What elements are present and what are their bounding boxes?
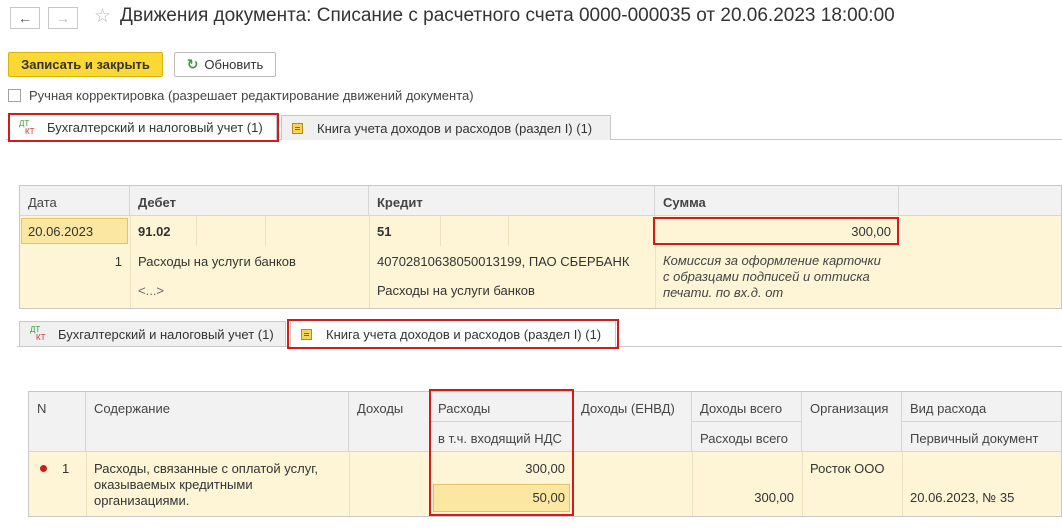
- row-credit-subconto1: 40702810638050013199, ПАО СБЕРБАНК: [377, 254, 630, 269]
- tab-bottom-kudir[interactable]: Книга учета доходов и расходов (раздел I…: [290, 320, 616, 347]
- row-divider: [902, 452, 903, 516]
- tab-top-accounting[interactable]: ДТ КТ Бухгалтерский и налоговый учет (1): [8, 114, 277, 140]
- row-divider: [130, 216, 131, 308]
- save-and-close-button[interactable]: Записать и закрыть: [8, 52, 163, 77]
- tab-top-kudir[interactable]: Книга учета доходов и расходов (раздел I…: [281, 115, 611, 140]
- row-divider: [692, 452, 693, 516]
- forward-button[interactable]: →: [48, 7, 78, 29]
- header-debit: Дебет: [130, 186, 369, 216]
- kudir-row-n: 1: [62, 461, 70, 476]
- header-content: Содержание: [86, 392, 349, 452]
- kudir-row-content-line2: оказываемых кредитными: [94, 477, 253, 492]
- tab-top-accounting-label: Бухгалтерский и налоговый учет (1): [47, 120, 263, 135]
- refresh-label: Обновить: [204, 57, 264, 72]
- header-expenses-total: Расходы всего: [692, 422, 802, 452]
- kudir-row-primary-doc: 20.06.2023, № 35: [910, 490, 1015, 505]
- header-date: Дата: [20, 186, 130, 216]
- row-divider: [369, 216, 370, 308]
- row-comment-line2: с образцами подписей и оттиска: [663, 269, 870, 284]
- row-divider: [573, 452, 574, 516]
- row-divider: [196, 216, 197, 246]
- tab-bottom-accounting[interactable]: ДТ КТ Бухгалтерский и налоговый учет (1): [19, 321, 286, 346]
- tab-bottom-kudir-label: Книга учета доходов и расходов (раздел I…: [326, 326, 602, 342]
- header-incoming-vat: в т.ч. входящий НДС: [430, 422, 573, 452]
- dt-kt-icon: ДТ КТ: [19, 118, 35, 136]
- arrow-right-icon: →: [56, 10, 70, 26]
- kudir-row-organization: Росток ООО: [810, 461, 885, 476]
- header-income-total: Доходы всего: [692, 392, 802, 422]
- row-divider: [802, 452, 803, 516]
- header-n: N: [29, 392, 86, 452]
- row-divider: [508, 216, 509, 246]
- header-income-envd: Доходы (ЕНВД): [573, 392, 692, 452]
- dt-kt-icon: ДТ КТ: [30, 325, 46, 342]
- header-primary-doc: Первичный документ: [902, 422, 1061, 452]
- kudir-row-incoming-vat: 50,00: [532, 490, 565, 505]
- row-credit-account: 51: [377, 224, 392, 239]
- manual-edit-checkbox[interactable]: [8, 89, 21, 102]
- kudir-row-expenses-total: 300,00: [754, 490, 794, 505]
- arrow-left-icon: ←: [18, 10, 32, 26]
- page-title: Движения документа: Списание с расчетног…: [120, 5, 895, 26]
- row-debit-subconto1: Расходы на услуги банков: [138, 254, 296, 269]
- refresh-button[interactable]: ↻ Обновить: [174, 52, 276, 77]
- row-comment-line3: печати. по вх.д. от: [663, 285, 784, 300]
- row-credit-subconto2: Расходы на услуги банков: [377, 283, 535, 298]
- header-empty: [899, 186, 1061, 216]
- row-amount: 300,00: [851, 224, 891, 239]
- header-expense-type: Вид расхода: [902, 392, 1061, 422]
- star-icon[interactable]: ☆: [94, 5, 111, 28]
- header-amount: Сумма: [655, 186, 899, 216]
- header-income: Доходы: [349, 392, 430, 452]
- book-icon: [292, 122, 303, 134]
- kudir-row-content-line3: организациями.: [94, 493, 190, 508]
- back-button[interactable]: ←: [10, 7, 40, 29]
- tab-top-kudir-label: Книга учета доходов и расходов (раздел I…: [317, 120, 593, 136]
- header-credit: Кредит: [369, 186, 655, 216]
- row-number: 1: [114, 254, 122, 269]
- row-divider: [349, 452, 350, 516]
- refresh-icon: ↻: [186, 56, 199, 72]
- row-debit-subconto2: <...>: [138, 283, 165, 298]
- header-expenses: Расходы: [430, 392, 573, 422]
- book-icon: [301, 328, 312, 340]
- row-date: 20.06.2023: [28, 224, 94, 239]
- row-divider: [440, 216, 441, 246]
- row-divider: [86, 452, 87, 516]
- row-status-dot: [40, 465, 47, 472]
- header-organization: Организация: [802, 392, 902, 452]
- row-comment-line1: Комиссия за оформление карточки: [663, 253, 881, 268]
- kudir-row-content-line1: Расходы, связанные с оплатой услуг,: [94, 461, 318, 476]
- row-debit-account: 91.02: [138, 224, 171, 239]
- manual-edit-label: Ручная корректировка (разрешает редактир…: [29, 88, 474, 103]
- tab-bottom-accounting-label: Бухгалтерский и налоговый учет (1): [58, 326, 274, 342]
- row-divider: [265, 216, 266, 246]
- kudir-row-expenses: 300,00: [525, 461, 565, 476]
